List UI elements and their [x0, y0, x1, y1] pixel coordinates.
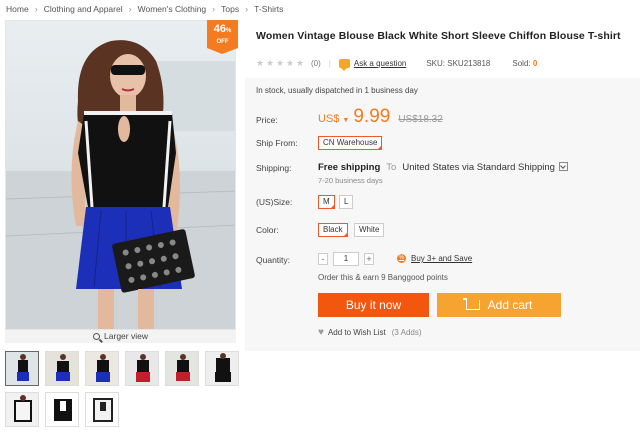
discount-badge: 46% OFF [207, 20, 238, 54]
shipping-to: To [386, 162, 397, 173]
points-text: Order this & earn 9 Banggood points [318, 273, 448, 282]
quantity-label: Quantity: [256, 255, 291, 265]
sold-label: Sold: [512, 59, 531, 68]
star-icon: ★ [256, 58, 265, 68]
ship-from-label: Ship From: [256, 138, 298, 148]
quantity-stepper: - 1 + [318, 252, 374, 266]
add-cart-button[interactable]: Add cart [437, 293, 561, 317]
thumbnail[interactable] [5, 351, 39, 386]
chevron-right-icon: › [245, 4, 249, 14]
sold-value: 0 [532, 59, 538, 68]
breadcrumb-tshirts[interactable]: T-Shirts [254, 4, 283, 14]
larger-view-label: Larger view [104, 331, 148, 341]
shipping-method: Free shipping [318, 162, 381, 173]
thumbnail[interactable] [85, 392, 119, 427]
review-count[interactable]: (0) [311, 59, 321, 68]
cart-icon [462, 298, 480, 310]
color-option-white[interactable]: White [354, 223, 385, 237]
ask-question-link[interactable]: Ask a question [354, 59, 406, 68]
thumbnail[interactable] [5, 392, 39, 427]
quantity-increase-button[interactable]: + [364, 253, 374, 265]
magnifier-icon [93, 333, 101, 340]
wishlist-link[interactable]: Add to Wish List [328, 328, 386, 337]
current-price: 9.99 [353, 106, 391, 127]
breadcrumb: Home › Clothing and Apparel › Women's Cl… [6, 3, 283, 15]
thumbnail[interactable] [85, 351, 119, 386]
thumbnail[interactable] [125, 351, 159, 386]
buy3-promo[interactable]: % Buy 3+ and Save [397, 254, 472, 263]
add-cart-label: Add cart [487, 298, 533, 312]
color-label: Color: [256, 225, 279, 235]
stock-status: In stock, usually dispatched in 1 busine… [256, 86, 418, 95]
shipping-label: Shipping: [256, 163, 292, 173]
sku-text: SKU: SKU213818 [426, 59, 491, 68]
discount-off-label: OFF [216, 39, 229, 45]
thumbnail[interactable] [45, 392, 79, 427]
chevron-down-icon[interactable] [558, 162, 568, 171]
main-product-image[interactable] [5, 20, 236, 330]
thumbnail[interactable] [45, 351, 79, 386]
ship-from-option[interactable]: CN Warehouse [318, 136, 383, 150]
buy-now-button[interactable]: Buy it now [318, 293, 429, 317]
discount-percent: 46 [213, 23, 226, 35]
chevron-down-icon[interactable]: ▼ [342, 117, 349, 124]
breadcrumb-clothing[interactable]: Clothing and Apparel [44, 4, 123, 14]
wishlist[interactable]: ♥ Add to Wish List (3 Adds) [318, 327, 422, 338]
breadcrumb-tops[interactable]: Tops [221, 4, 239, 14]
star-icon: ★ [266, 58, 275, 68]
shipping-days: 7-20 business days [318, 176, 383, 185]
wishlist-count: (3 Adds) [391, 328, 422, 337]
product-title: Women Vintage Blouse Black White Short S… [256, 30, 621, 42]
product-meta: ★ ★ ★ ★ ★ (0) | Ask a question SKU: SKU2… [256, 59, 537, 71]
discount-tag-icon: % [397, 254, 406, 263]
buy3-link[interactable]: Buy 3+ and Save [411, 254, 472, 263]
original-price: US$18.32 [398, 114, 443, 125]
thumbnail[interactable] [205, 351, 239, 386]
rating-stars: ★ ★ ★ ★ ★ [256, 59, 305, 68]
price-label: Price: [256, 115, 278, 125]
discount-percent-sign: % [225, 28, 232, 34]
quantity-decrease-button[interactable]: - [318, 253, 328, 265]
product-info-panel: Women Vintage Blouse Black White Short S… [245, 20, 640, 352]
thumbnail[interactable] [165, 351, 199, 386]
size-option-l[interactable]: L [339, 195, 354, 209]
shipping-destination[interactable]: United States via Standard Shipping [402, 162, 555, 173]
heart-icon: ♥ [318, 327, 324, 338]
breadcrumb-womens[interactable]: Women's Clothing [138, 4, 207, 14]
currency-selector[interactable]: US$ [318, 113, 339, 125]
breadcrumb-home[interactable]: Home [6, 4, 29, 14]
chevron-right-icon: › [212, 4, 216, 14]
shipping-info: Free shipping To United States via Standar… [318, 162, 568, 173]
size-label: (US)Size: [256, 197, 293, 207]
size-option-m[interactable]: M [318, 195, 335, 209]
divider: | [328, 59, 331, 68]
sold-count: Sold: 0 [512, 59, 537, 68]
star-icon: ★ [286, 58, 295, 68]
star-icon: ★ [296, 58, 305, 68]
price-block: US$ ▼ 9.99 US$18.32 [318, 106, 443, 128]
chevron-right-icon: › [128, 4, 132, 14]
star-icon: ★ [276, 58, 285, 68]
chat-bubble-icon [338, 59, 350, 71]
color-option-black[interactable]: Black [318, 223, 348, 237]
larger-view-button[interactable]: Larger view [5, 330, 236, 343]
chevron-right-icon: › [34, 4, 38, 14]
quantity-input[interactable]: 1 [333, 252, 359, 266]
